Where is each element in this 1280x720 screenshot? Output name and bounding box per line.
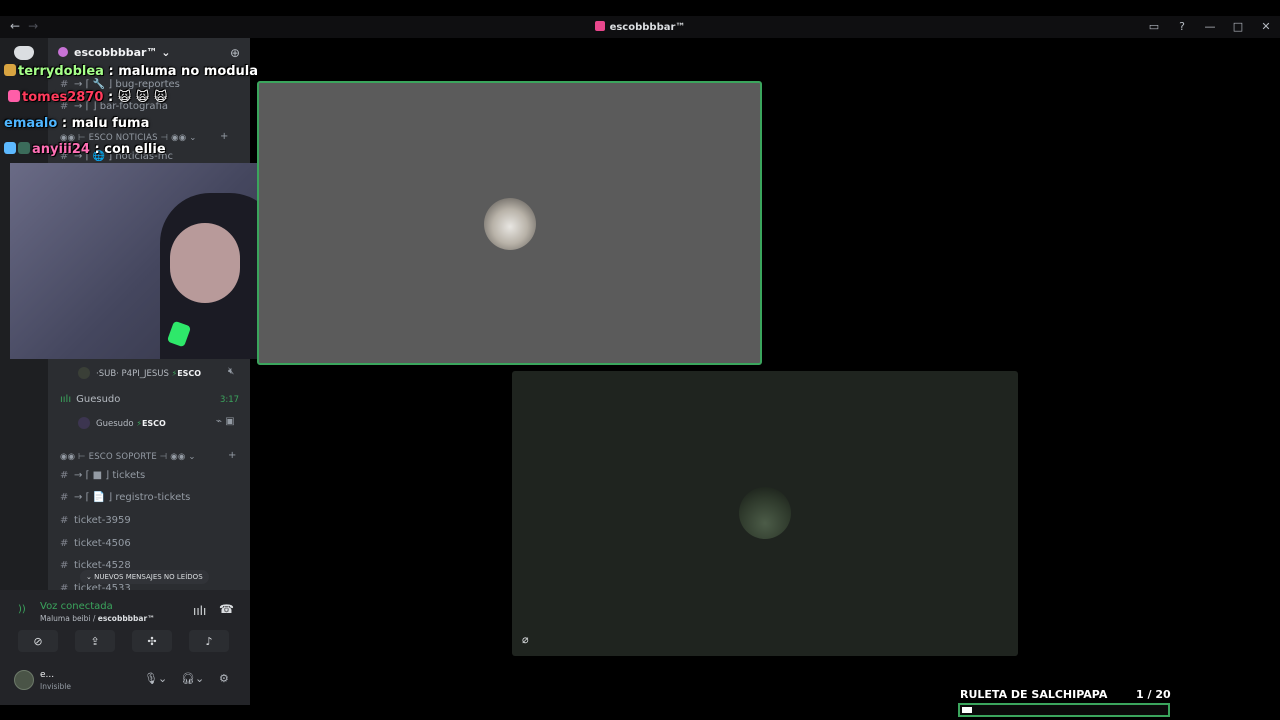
- add-member-icon[interactable]: ⊕: [230, 46, 240, 60]
- maximize-icon[interactable]: □: [1230, 20, 1246, 33]
- voice-user-guesudo[interactable]: Guesudo ⚡ESCO: [78, 417, 166, 429]
- badge-icon: [4, 142, 16, 154]
- avatar: [78, 367, 90, 379]
- server-avatar-icon: [58, 47, 68, 57]
- headphones-icon[interactable]: 🎧︎⌄: [181, 672, 204, 685]
- user-tag: ⚡ESCO: [171, 369, 202, 378]
- sidebar: escobbbbar™ ⌄ ⊕ # → ⌈ 🔧 ⌋ bug-reportes # →…: [0, 38, 250, 705]
- top-band: [0, 0, 1280, 16]
- window-title: escobbbbar™: [0, 21, 1280, 33]
- voice-channel-guesudo[interactable]: ıılı Guesudo: [60, 394, 120, 405]
- hash-icon: #: [60, 470, 69, 481]
- title-bar: ← → escobbbbar™ ▭ ? — □ ✕: [0, 16, 1280, 38]
- discord-logo-icon[interactable]: [14, 46, 34, 60]
- share-screen-button[interactable]: ⇪: [75, 630, 115, 652]
- close-icon[interactable]: ✕: [1258, 20, 1274, 33]
- voice-channel-info: Maluma beibi / escobbbbar™: [40, 614, 155, 623]
- avatar: [739, 487, 791, 539]
- hash-icon: #: [60, 492, 69, 503]
- channel-ticket-3959[interactable]: # ticket-3959: [60, 515, 131, 526]
- channel-ticket-4506[interactable]: # ticket-4506: [60, 538, 131, 549]
- window-controls: ▭ ? — □ ✕: [1146, 20, 1274, 33]
- user-panel: [0, 660, 250, 705]
- server-header[interactable]: escobbbbar™ ⌄: [58, 46, 170, 59]
- activities-button[interactable]: ✣: [132, 630, 172, 652]
- settings-gear-icon[interactable]: ⚙: [219, 672, 229, 685]
- avatar: [484, 198, 536, 250]
- microphone-icon[interactable]: 🎙︎⌄: [144, 672, 167, 685]
- avatar: [78, 417, 90, 429]
- activities-icon: ✣: [147, 634, 157, 648]
- add-channel-icon[interactable]: +: [228, 450, 236, 461]
- badge-icon: [4, 64, 16, 76]
- voice-status[interactable]: Voz conectada: [40, 601, 113, 612]
- user-tag: ⚡ESCO: [136, 419, 166, 428]
- channel-bug-reportes[interactable]: # → ⌈ 🔧 ⌋ bug-reportes: [60, 79, 180, 90]
- new-messages-pill[interactable]: ⌄ NUEVOS MENSAJES NO LEÍDOS: [80, 570, 209, 584]
- streamer-face: [170, 223, 240, 303]
- video-tile[interactable]: ⌀: [512, 371, 1018, 656]
- avatar[interactable]: [14, 670, 34, 690]
- share-screen-icon: ⇪: [90, 634, 100, 648]
- roulette-title: RULETA DE SALCHIPAPA: [960, 688, 1108, 701]
- hash-icon: #: [60, 515, 69, 526]
- soundboard-icon: ♪: [205, 634, 213, 648]
- noise-suppression-icon[interactable]: ıılı: [193, 604, 206, 618]
- voice-user-p4pi-jesus[interactable]: ·SUB· P4PI_JESUS ⚡ESCO: [78, 367, 201, 379]
- chat-message: emaalo : malu fuma: [4, 116, 150, 131]
- voice-timer: 3:17: [220, 395, 240, 405]
- hash-icon: #: [60, 560, 69, 571]
- soundboard-button[interactable]: ♪: [189, 630, 229, 652]
- add-channel-icon[interactable]: +: [220, 131, 228, 142]
- help-icon[interactable]: ?: [1174, 20, 1190, 33]
- badge-icon: [18, 142, 30, 154]
- voice-wave-icon: ıılı: [60, 394, 72, 405]
- user-status: Invisible: [40, 682, 71, 691]
- hash-icon: #: [60, 79, 69, 90]
- hash-icon: #: [60, 538, 69, 549]
- disconnect-icon[interactable]: ☎: [219, 602, 234, 616]
- camera-off-icon: ⊘: [33, 634, 43, 648]
- minimize-icon[interactable]: —: [1202, 20, 1218, 33]
- chat-message: terrydoblea : maluma no modula: [4, 64, 258, 79]
- inbox-icon[interactable]: ▭: [1146, 20, 1162, 33]
- camera-off-button[interactable]: ⊘: [18, 630, 58, 652]
- roulette-progress-fill: [962, 707, 972, 713]
- signal-icon[interactable]: )): [18, 604, 26, 615]
- video-tile-speaking[interactable]: [257, 81, 762, 365]
- roulette-progress-bar: [958, 703, 1170, 717]
- badge-icon: [8, 90, 20, 102]
- category-esco-soporte[interactable]: ◉◉ ⊢ ESCO SOPORTE ⊣ ◉◉ ⌄: [60, 452, 196, 462]
- chat-message: anyiii24 : con ellie: [4, 142, 166, 157]
- stream-icon: ⌁ ▣: [216, 416, 235, 427]
- muted-icon: ⌀: [522, 633, 529, 646]
- chat-message: tomes2870 : 🙀 🙀 🙀: [8, 90, 167, 105]
- channel-registro-tickets[interactable]: # → ⌈ 📄 ⌋ registro-tickets: [60, 492, 190, 503]
- roulette-count: 1 / 20: [1136, 688, 1171, 701]
- muted-icon: 🔇︎: [228, 366, 235, 377]
- user-name[interactable]: e...: [40, 670, 54, 680]
- channel-tickets[interactable]: # → ⌈ ■ ⌋ tickets: [60, 470, 145, 481]
- server-icon: [594, 21, 605, 31]
